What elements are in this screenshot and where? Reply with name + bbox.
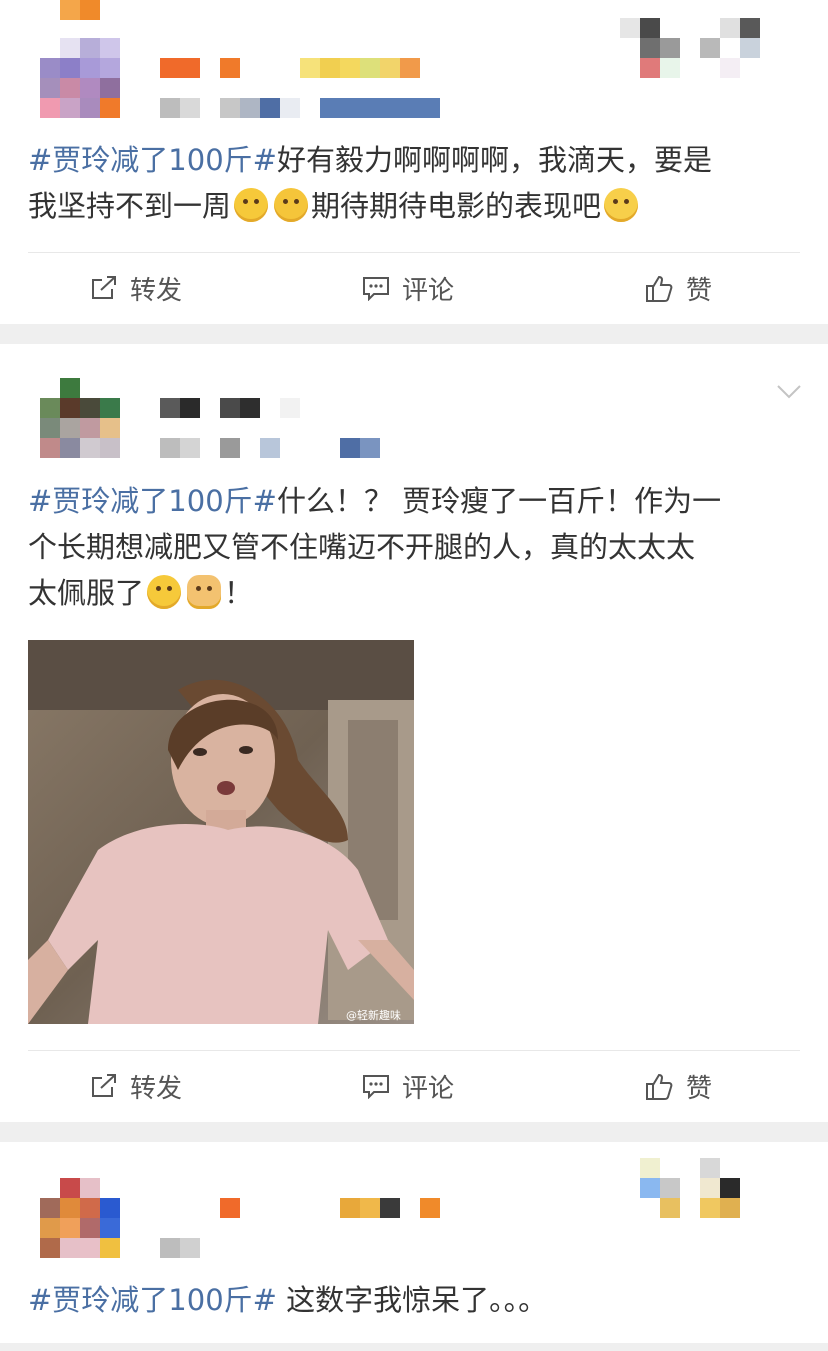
repost-label: 转发 [130,275,183,306]
post-3-hashtag[interactable]: #贾玲减了100斤# [28,1283,277,1317]
post-1-text-line2a: 我坚持不到一周 [28,189,232,223]
comment-label: 评论 [402,1073,455,1104]
feed-separator [0,324,828,344]
repost-label: 转发 [130,1073,183,1104]
relieved-face-icon [147,575,182,609]
comment-icon [363,277,389,301]
like-label: 赞 [686,275,713,306]
post-2-text-line2: 个长期想减肥又管不住嘴迈不开腿的人，真的太太太 [28,530,696,564]
post-2-text-line3b: ！ [224,576,254,610]
thumbs-up-icon [646,275,673,302]
post-3-text: #贾玲减了100斤# 这数字我惊呆了。。。 [28,1277,808,1323]
post-2-text: #贾玲减了100斤#什么！？ 贾玲瘦了一百斤！作为一 个长期想减肥又管不住嘴迈不… [28,478,808,616]
post-3-avatar[interactable] [40,1178,120,1258]
like-button[interactable]: 赞 [644,253,712,323]
post-1-action-bar: 转发 评论 赞 [28,252,800,323]
crying-face-icon [234,188,269,222]
post-1-avatar[interactable] [40,38,120,118]
post-2-text-line1: 什么！？ 贾玲瘦了一百斤！作为一 [276,484,722,518]
repost-button[interactable]: 转发 [90,253,182,323]
laughing-tears-icon [274,188,309,222]
post-2-action-bar: 转发 评论 赞 [28,1050,800,1121]
kneeling-person-icon [187,575,222,609]
post-2-avatar[interactable] [40,378,120,458]
comment-label: 评论 [402,275,455,306]
post-1-text-line1: 好有毅力啊啊啊啊，我滴天，要是 [276,143,712,177]
thumbs-up-icon [646,1073,673,1100]
repost-icon [92,1074,116,1097]
yum-face-icon [604,188,639,222]
post-2-hashtag[interactable]: #贾玲减了100斤# [28,484,277,518]
like-button[interactable]: 赞 [644,1051,712,1121]
repost-button[interactable]: 转发 [90,1051,182,1121]
chevron-down-icon[interactable] [776,384,802,400]
post-2-photo[interactable]: @轻新趣味 [28,640,414,1024]
repost-icon [92,276,116,299]
post-3-text-body: 这数字我惊呆了。。。 [276,1283,548,1317]
like-label: 赞 [686,1073,713,1104]
post-1-text-line2b: 期待期待电影的表现吧 [311,189,602,223]
comment-button[interactable]: 评论 [362,253,454,323]
feed-separator [0,1122,828,1142]
comment-icon [363,1075,389,1099]
post-1-text: #贾玲减了100斤#好有毅力啊啊啊啊，我滴天，要是 我坚持不到一周 期待期待电影的… [28,137,808,229]
feed-separator [0,1343,828,1351]
post-1-hashtag[interactable]: #贾玲减了100斤# [28,143,277,177]
comment-button[interactable]: 评论 [362,1051,454,1121]
running-woman-image: @轻新趣味 [28,640,414,1024]
photo-watermark: @轻新趣味 [346,1008,401,1022]
post-2-text-line3a: 太佩服了 [28,576,145,610]
